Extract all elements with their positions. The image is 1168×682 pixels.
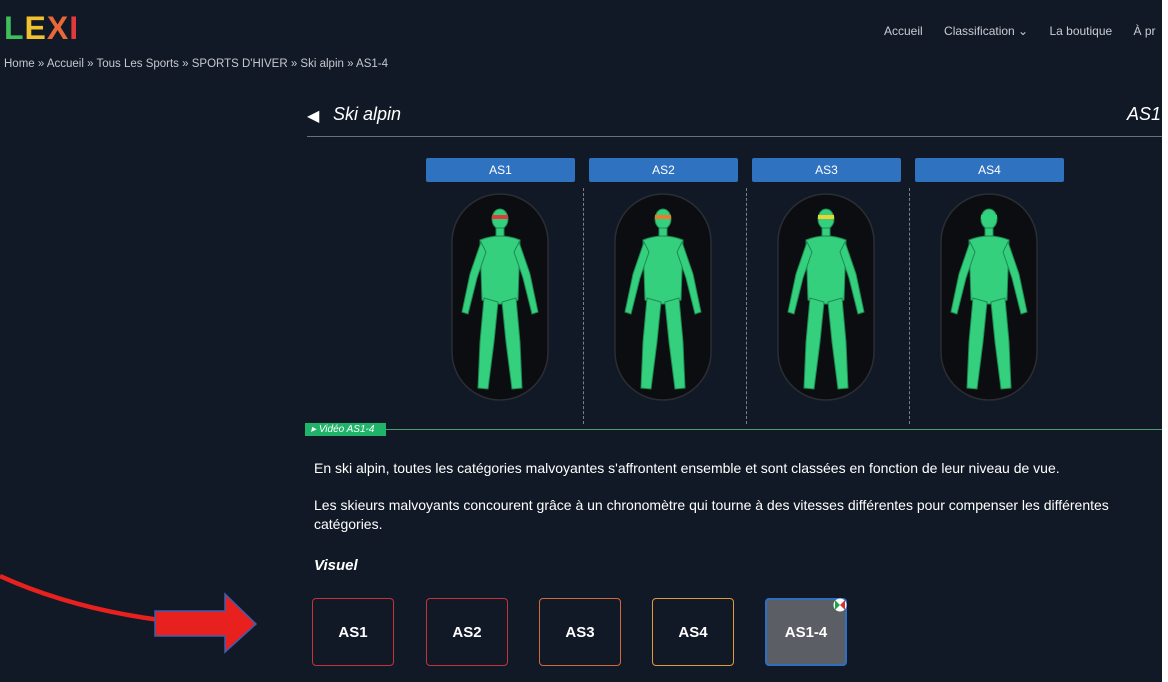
video-divider	[305, 429, 1162, 430]
column-divider	[583, 188, 584, 424]
visual-button-as1-4[interactable]: AS1-4	[765, 598, 847, 666]
tab-as4[interactable]: AS4	[915, 158, 1064, 182]
video-label: Vidéo AS1-4	[318, 424, 375, 435]
page: LEXI Accueil Classification ⌄ La boutiqu…	[0, 0, 1162, 682]
breadcrumb[interactable]: Home » Accueil » Tous Les Sports » SPORT…	[4, 58, 388, 70]
visual-button-as4[interactable]: AS4	[652, 598, 734, 666]
top-nav: Accueil Classification ⌄ La boutique À p…	[884, 24, 1162, 38]
visual-button-as3[interactable]: AS3	[539, 598, 621, 666]
nav-accueil[interactable]: Accueil	[884, 24, 923, 38]
visual-button-as1[interactable]: AS1	[312, 598, 394, 666]
body-figure-as1	[451, 193, 549, 401]
window-edge	[1162, 0, 1168, 682]
eye-band-as4	[981, 215, 997, 219]
tab-as2[interactable]: AS2	[589, 158, 738, 182]
nav-classification[interactable]: Classification ⌄	[944, 24, 1028, 38]
eye-band-as1	[492, 215, 508, 219]
logo-letter-l: L	[4, 10, 25, 46]
description-paragraph-1: En ski alpin, toutes les catégories malv…	[314, 460, 1060, 476]
nav-boutique[interactable]: La boutique	[1049, 24, 1112, 38]
description-paragraph-2: Les skieurs malvoyants concourent grâce …	[314, 497, 1109, 532]
logo-letter-x: X	[46, 10, 70, 46]
column-divider	[909, 188, 910, 424]
logo-letter-i: I	[69, 10, 80, 46]
body-figure-as4	[940, 193, 1038, 401]
lexi-logo[interactable]: LEXI	[4, 10, 79, 47]
tab-as1[interactable]: AS1	[426, 158, 575, 182]
sport-header: ◀ Ski alpin AS1	[307, 100, 1162, 137]
italy-flag-icon	[833, 598, 847, 612]
video-toggle[interactable]: ▸ Vidéo AS1-4	[305, 423, 387, 436]
visual-button-as2[interactable]: AS2	[426, 598, 508, 666]
eye-band-as2	[655, 215, 671, 219]
sport-title: Ski alpin	[333, 104, 402, 124]
visual-button-as1-4-label: AS1-4	[784, 623, 828, 641]
visuel-heading: Visuel	[314, 557, 358, 574]
nav-a-propos[interactable]: À pr	[1134, 24, 1156, 38]
play-triangle-icon: ▸	[311, 424, 319, 435]
category-title: AS1	[1127, 104, 1162, 124]
back-arrow-icon[interactable]: ◀	[307, 106, 319, 126]
logo-letter-e: E	[24, 10, 47, 46]
body-figure-as3	[777, 193, 875, 401]
eye-band-as3	[818, 215, 834, 219]
column-divider	[746, 188, 747, 424]
body-figure-as2	[614, 193, 712, 401]
tab-as3[interactable]: AS3	[752, 158, 901, 182]
